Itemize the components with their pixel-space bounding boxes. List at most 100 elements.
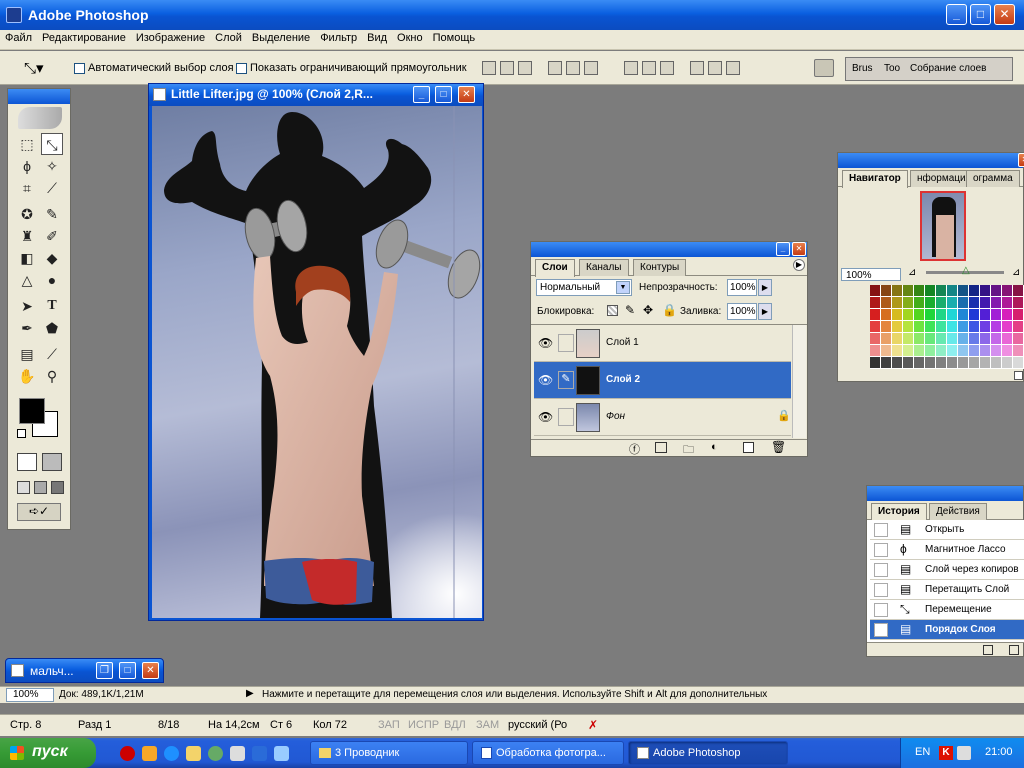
- document-canvas[interactable]: [152, 106, 482, 618]
- color-swatch[interactable]: [980, 357, 990, 368]
- color-swatch[interactable]: [903, 297, 913, 308]
- color-swatch[interactable]: [925, 333, 935, 344]
- slice-tool-icon[interactable]: ⟋: [41, 177, 63, 199]
- lock-pixels-icon[interactable]: ✎: [625, 303, 635, 317]
- color-swatch[interactable]: [903, 345, 913, 356]
- auto-select-checkbox[interactable]: Автоматический выбор слоя: [74, 62, 234, 74]
- start-button[interactable]: пуск: [0, 738, 96, 768]
- navigator-title-bar[interactable]: ✕: [838, 153, 1024, 168]
- default-colors-icon[interactable]: [17, 429, 26, 438]
- color-swatch[interactable]: [870, 297, 880, 308]
- layer-style-icon[interactable]: ⓕ: [629, 441, 640, 457]
- opera-icon[interactable]: [120, 746, 135, 761]
- standard-mode-icon[interactable]: [17, 453, 37, 471]
- blur-tool-icon[interactable]: △: [16, 269, 38, 291]
- distribute-bottom-icon[interactable]: [660, 61, 674, 75]
- color-swatch[interactable]: [870, 333, 880, 344]
- color-swatch[interactable]: [936, 357, 946, 368]
- eye-icon[interactable]: 👁: [538, 373, 553, 387]
- color-swatch[interactable]: [936, 345, 946, 356]
- menu-window[interactable]: Окно: [392, 30, 428, 46]
- quick-mask-mode-icon[interactable]: [42, 453, 62, 471]
- color-swatch[interactable]: [914, 297, 924, 308]
- color-swatch[interactable]: [969, 321, 979, 332]
- settings-quicklaunch-icon[interactable]: [230, 746, 245, 761]
- well-tab-brushes[interactable]: Brus: [852, 63, 873, 74]
- type-tool-icon[interactable]: T: [41, 295, 63, 317]
- zoom-tool-icon[interactable]: ⚲: [41, 365, 63, 387]
- distribute-right-icon[interactable]: [726, 61, 740, 75]
- color-swatch[interactable]: [958, 321, 968, 332]
- align-bottom-icon[interactable]: [518, 61, 532, 75]
- slider-thumb-icon[interactable]: △: [962, 265, 970, 276]
- color-swatch[interactable]: [870, 309, 880, 320]
- document-maximize-button[interactable]: □: [435, 86, 452, 103]
- color-swatch[interactable]: [947, 285, 957, 296]
- color-swatch[interactable]: [914, 321, 924, 332]
- align-hcenter-icon[interactable]: [566, 61, 580, 75]
- new-swatch-icon[interactable]: [1014, 371, 1023, 380]
- color-swatch[interactable]: [870, 321, 880, 332]
- minimize-button[interactable]: _: [946, 4, 967, 25]
- tab-channels[interactable]: Каналы: [579, 259, 629, 276]
- toolbox-title-bar[interactable]: [8, 89, 70, 104]
- color-swatch[interactable]: [958, 285, 968, 296]
- color-swatch[interactable]: [969, 345, 979, 356]
- color-swatch[interactable]: [892, 285, 902, 296]
- menu-image[interactable]: Изображение: [131, 30, 210, 46]
- color-swatch[interactable]: [903, 309, 913, 320]
- marquee-tool-icon[interactable]: ⬚: [16, 133, 38, 155]
- color-swatch[interactable]: [947, 321, 957, 332]
- adjustment-layer-icon[interactable]: ◐: [711, 441, 718, 453]
- screen-mode-standard-icon[interactable]: [17, 481, 30, 494]
- color-swatch[interactable]: [980, 285, 990, 296]
- color-swatch[interactable]: [958, 333, 968, 344]
- color-swatch[interactable]: [881, 357, 891, 368]
- color-swatch[interactable]: [936, 285, 946, 296]
- color-swatch[interactable]: [914, 333, 924, 344]
- color-swatch[interactable]: [881, 333, 891, 344]
- distribute-vcenter-icon[interactable]: [642, 61, 656, 75]
- color-swatch[interactable]: [892, 297, 902, 308]
- explorer-quicklaunch-icon[interactable]: [252, 746, 267, 761]
- color-swatch[interactable]: [881, 321, 891, 332]
- align-left-icon[interactable]: [548, 61, 562, 75]
- color-swatch[interactable]: [914, 345, 924, 356]
- word-ovr[interactable]: ЗАМ: [476, 719, 499, 731]
- history-item[interactable]: ▤ Открыть: [870, 520, 1024, 540]
- color-swatch[interactable]: [969, 285, 979, 296]
- color-swatch[interactable]: [1013, 297, 1023, 308]
- well-tab-layer-comps[interactable]: Собрание слоев: [910, 63, 986, 74]
- clock-app-icon[interactable]: [142, 746, 157, 761]
- history-item[interactable]: ⤡ Перемещение: [870, 600, 1024, 620]
- layer-row-layer1[interactable]: 👁 Слой 1: [534, 325, 791, 362]
- color-swatch[interactable]: [1013, 357, 1023, 368]
- history-item[interactable]: ▤ Перетащить Слой: [870, 580, 1024, 600]
- hand-tool-icon[interactable]: ✋: [16, 365, 38, 387]
- notes-tool-icon[interactable]: ▤: [16, 343, 38, 365]
- jump-to-imageready-icon[interactable]: ➪✓: [17, 503, 61, 521]
- color-swatch[interactable]: [980, 321, 990, 332]
- color-swatch[interactable]: [914, 357, 924, 368]
- word-trk[interactable]: ИСПР: [408, 719, 439, 731]
- color-swatch[interactable]: [991, 321, 1001, 332]
- eraser-tool-icon[interactable]: ◧: [16, 247, 38, 269]
- menu-select[interactable]: Выделение: [247, 30, 315, 46]
- eye-icon[interactable]: 👁: [538, 410, 553, 424]
- pen-tool-icon[interactable]: ✒: [16, 317, 38, 339]
- color-swatch[interactable]: [881, 297, 891, 308]
- show-bbox-checkbox[interactable]: Показать ограничивающий прямоугольник: [236, 62, 467, 74]
- color-swatch[interactable]: [925, 309, 935, 320]
- color-swatch[interactable]: [870, 357, 880, 368]
- color-swatch[interactable]: [936, 321, 946, 332]
- layer-link-box[interactable]: [558, 408, 574, 426]
- color-swatch[interactable]: [892, 333, 902, 344]
- color-swatch[interactable]: [969, 297, 979, 308]
- tab-actions[interactable]: Действия: [929, 503, 987, 520]
- layer-row-background[interactable]: 👁 Фон 🔒: [534, 399, 791, 436]
- history-brush-tool-icon[interactable]: ✐: [41, 225, 63, 247]
- status-zoom-field[interactable]: 100%: [6, 688, 54, 702]
- color-swatch[interactable]: [1013, 345, 1023, 356]
- layer-link-box[interactable]: [558, 334, 574, 352]
- color-swatch[interactable]: [870, 285, 880, 296]
